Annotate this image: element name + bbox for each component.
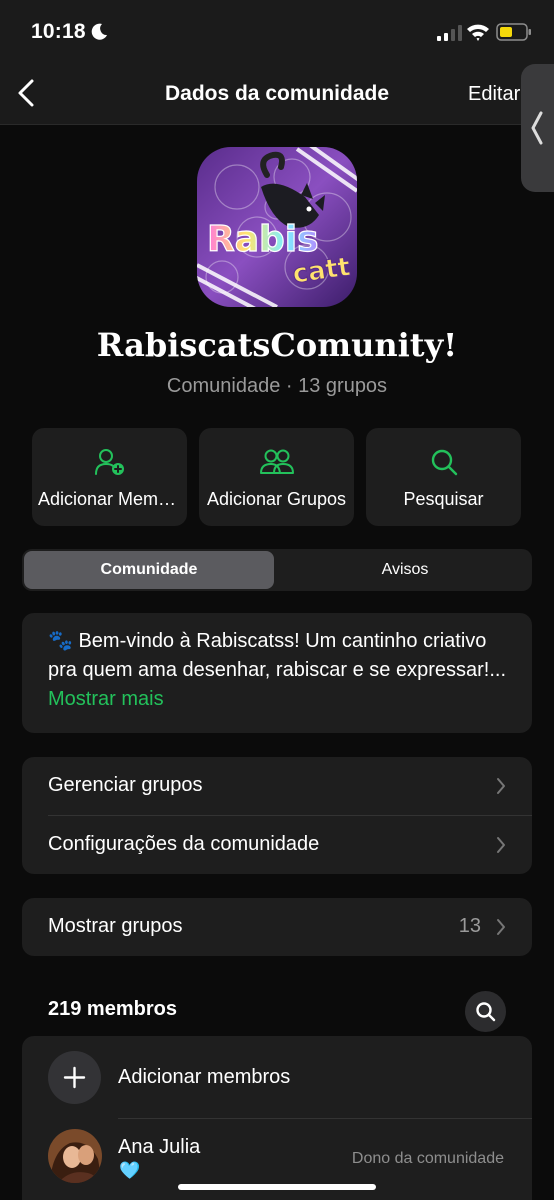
community-settings-label: Configurações da comunidade xyxy=(48,833,320,855)
add-members-circle[interactable] xyxy=(48,1051,101,1104)
add-members-list-label[interactable]: Adicionar membros xyxy=(118,1066,290,1089)
add-groups-label: Adicionar Grupos xyxy=(206,489,347,509)
manage-groups-row[interactable]: Gerenciar grupos xyxy=(22,757,532,816)
status-time: 10:18 xyxy=(31,20,86,43)
tab-comunidade[interactable]: Comunidade xyxy=(24,551,274,589)
members-list: Adicionar membros Ana Julia 🩵 Dono da co… xyxy=(22,1036,532,1200)
member-status-emoji: 🩵 xyxy=(119,1161,141,1180)
divider xyxy=(118,1118,532,1119)
community-description-card: 🐾 Bem-vindo à Rabiscatss! Um cantinho cr… xyxy=(22,613,532,733)
community-name: RabiscatsComunity! xyxy=(96,326,458,364)
paw-emoji: 🐾 xyxy=(48,630,73,652)
side-panel-handle[interactable] xyxy=(521,64,554,192)
settings-list: Gerenciar grupos Configurações da comuni… xyxy=(22,757,532,874)
avatar-text-line1: Rabis xyxy=(207,219,319,260)
search-community-button[interactable]: Pesquisar xyxy=(366,428,521,526)
members-search-button[interactable] xyxy=(465,991,506,1032)
moon-icon xyxy=(91,23,107,40)
chevron-right-icon xyxy=(497,919,505,935)
search-label: Pesquisar xyxy=(403,489,484,509)
segmented-tabs: Comunidade Avisos xyxy=(22,549,532,591)
wifi-icon xyxy=(467,24,489,41)
member-role: Dono da comunidade xyxy=(351,1150,504,1167)
people-icon xyxy=(259,449,294,474)
community-settings-row[interactable]: Configurações da comunidade xyxy=(22,816,532,874)
search-icon xyxy=(476,1002,496,1022)
community-description: 🐾 Bem-vindo à Rabiscatss! Um cantinho cr… xyxy=(48,627,518,714)
community-subtitle: Comunidade · 13 grupos xyxy=(166,375,388,397)
battery-icon xyxy=(496,23,531,41)
add-person-icon xyxy=(94,449,124,475)
show-groups-card: Mostrar grupos 13 xyxy=(22,898,532,956)
plus-icon xyxy=(63,1066,86,1089)
signal-icon xyxy=(437,25,462,41)
members-count-title: 219 membros xyxy=(48,998,177,1020)
manage-groups-label: Gerenciar grupos xyxy=(48,774,203,796)
show-groups-row[interactable]: Mostrar grupos 13 xyxy=(22,898,532,956)
groups-count: 13 xyxy=(458,915,481,937)
member-name: Ana Julia xyxy=(118,1136,201,1158)
chevron-right-icon xyxy=(497,837,505,853)
tab-avisos[interactable]: Avisos xyxy=(280,551,530,589)
avatar[interactable] xyxy=(48,1129,102,1183)
show-more-link[interactable]: Mostrar mais xyxy=(48,688,164,710)
status-bar: 10:18 xyxy=(0,0,554,62)
add-members-button[interactable]: Adicionar Membros xyxy=(32,428,187,526)
add-groups-button[interactable]: Adicionar Grupos xyxy=(199,428,354,526)
home-indicator[interactable] xyxy=(178,1184,376,1190)
show-groups-label: Mostrar grupos xyxy=(48,915,183,937)
description-text: Bem-vindo à Rabiscatss! Um cantinho cria… xyxy=(48,630,507,681)
navigation-bar: Dados da comunidade Editar xyxy=(0,62,554,125)
chevron-right-icon xyxy=(497,778,505,794)
add-members-label: Adicionar Membros xyxy=(38,489,181,509)
community-avatar[interactable]: Rabis catt xyxy=(197,147,357,307)
edit-button[interactable]: Editar xyxy=(468,83,520,106)
chevron-left-icon xyxy=(531,111,543,145)
search-icon xyxy=(431,449,457,476)
